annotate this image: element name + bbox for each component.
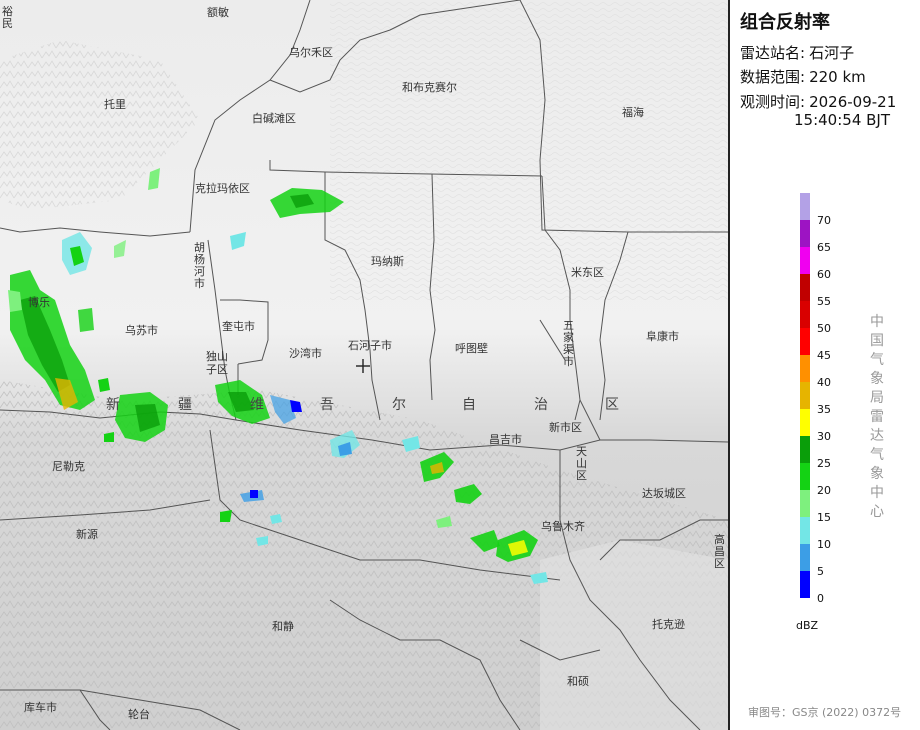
legend-swatch (800, 193, 810, 220)
place-label-vertical: 五家渠市 (563, 320, 574, 368)
place-label: 尼勒克 (52, 460, 85, 473)
range-value: 220 km (809, 68, 866, 86)
radar-viewer: 额敏 乌尔禾区 和布克赛尔 托里 白碱滩区 福海 克拉玛依区 玛纳斯 米东区 博… (0, 0, 920, 730)
legend-unit: dBZ (796, 619, 819, 632)
range-row: 数据范围: 220 km (740, 66, 866, 87)
place-label: 和静 (272, 619, 294, 633)
legend-swatch (800, 247, 810, 274)
legend-label: 55 (817, 295, 831, 308)
map-approval-number: 审图号：GS京 (2022) 0372号 (748, 706, 902, 719)
region-char: 新 (106, 397, 120, 413)
place-label-vertical: 独山子区 (206, 350, 228, 376)
place-label: 石河子市 (348, 338, 392, 352)
place-label-vertical: 高昌区 (714, 534, 725, 570)
legend-label: 65 (817, 241, 831, 254)
legend-swatch (800, 409, 810, 436)
region-char: 疆 (178, 397, 192, 413)
place-label: 轮台 (128, 707, 150, 721)
legend-swatch (800, 220, 810, 247)
place-label: 乌苏市 (125, 323, 158, 337)
place-label: 乌鲁木齐 (541, 519, 585, 533)
place-label-vertical: 裕民 (2, 6, 13, 30)
legend-label: 15 (817, 511, 831, 524)
station-label: 雷达站名: (740, 44, 806, 62)
place-label: 和硕 (567, 675, 589, 688)
legend-label: 20 (817, 484, 831, 497)
place-label: 和布克赛尔 (402, 80, 457, 94)
place-label: 福海 (622, 105, 644, 119)
time-label: 观测时间: (740, 93, 806, 111)
legend-label: 10 (817, 538, 831, 551)
place-label: 博乐 (28, 296, 50, 309)
legend-label: 35 (817, 403, 831, 416)
turpan-basin (540, 540, 728, 730)
legend-label: 70 (817, 214, 831, 227)
legend-swatch (800, 382, 810, 409)
region-char: 尔 (392, 397, 406, 413)
place-label: 新市区 (549, 420, 582, 434)
place-label: 阜康市 (646, 329, 679, 343)
place-label: 白碱滩区 (252, 111, 296, 125)
legend-swatch (800, 517, 810, 544)
legend-label: 5 (817, 565, 824, 578)
region-char: 自 (462, 397, 476, 413)
place-label: 克拉玛依区 (195, 181, 250, 195)
place-label: 托里 (104, 97, 126, 111)
legend-swatch (800, 571, 810, 598)
time-date: 2026-09-21 (809, 93, 897, 111)
legend-swatch (800, 328, 810, 355)
range-label: 数据范围: (740, 68, 806, 86)
region-char: 吾 (320, 397, 334, 413)
legend-swatch (800, 490, 810, 517)
place-label: 米东区 (571, 266, 604, 279)
legend-label: 50 (817, 322, 831, 335)
place-label-vertical: 天山区 (576, 446, 587, 482)
legend-swatch (800, 274, 810, 301)
place-label: 乌尔禾区 (289, 45, 333, 59)
place-label: 库车市 (24, 700, 57, 714)
legend-label: 40 (817, 376, 831, 389)
radar-map[interactable]: 额敏 乌尔禾区 和布克赛尔 托里 白碱滩区 福海 克拉玛依区 玛纳斯 米东区 博… (0, 0, 728, 730)
legend-swatch (800, 436, 810, 463)
place-label: 呼图壁 (455, 341, 488, 355)
region-char: 区 (605, 397, 619, 413)
region-char: 维 (250, 397, 264, 413)
region-char: 治 (534, 397, 548, 413)
legend-label: 45 (817, 349, 831, 362)
station-row: 雷达站名: 石河子 (740, 42, 854, 63)
legend-label: 60 (817, 268, 831, 281)
agency-vertical-text: 中国气象局雷达气象中心 (870, 314, 884, 520)
place-label: 新源 (76, 527, 98, 541)
time-clock: 15:40:54 BJT (794, 111, 891, 129)
legend-label: 30 (817, 430, 831, 443)
place-label: 玛纳斯 (371, 255, 404, 268)
place-label: 沙湾市 (289, 346, 322, 360)
place-label: 昌吉市 (489, 432, 522, 446)
product-title: 组合反射率 (740, 12, 830, 33)
place-label: 达坂城区 (642, 487, 686, 500)
place-label: 托克逊 (652, 617, 685, 631)
legend-swatch (800, 301, 810, 328)
info-panel: 组合反射率 雷达站名: 石河子 数据范围: 220 km 观测时间: 2026-09-… (728, 0, 920, 730)
legend-swatch (800, 463, 810, 490)
legend-label: 0 (817, 592, 824, 605)
station-value: 石河子 (809, 44, 855, 62)
map-canvas: 额敏 乌尔禾区 和布克赛尔 托里 白碱滩区 福海 克拉玛依区 玛纳斯 米东区 博… (0, 0, 728, 730)
place-label: 额敏 (207, 5, 229, 19)
place-label: 奎屯市 (222, 319, 255, 333)
time-row: 观测时间: 2026-09-21 (740, 91, 896, 112)
legend-swatch (800, 355, 810, 382)
legend-label: 25 (817, 457, 831, 470)
place-label-vertical: 胡杨河市 (194, 242, 205, 290)
legend-swatch (800, 544, 810, 571)
